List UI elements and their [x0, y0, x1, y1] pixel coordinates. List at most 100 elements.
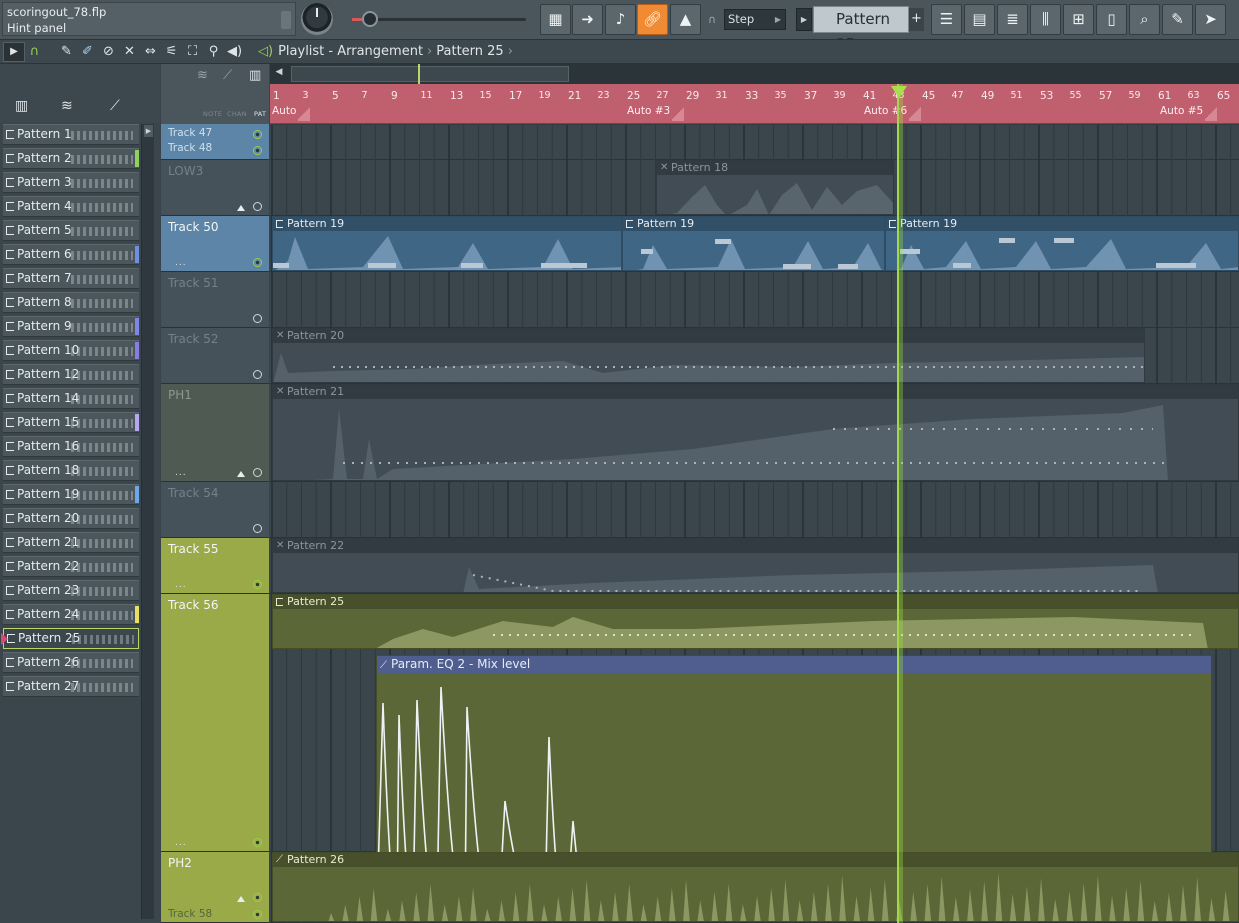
pattern-item[interactable]: Pattern 15	[3, 412, 139, 433]
metronome-icon[interactable]: ∩	[708, 13, 720, 27]
typing-keyboard-icon[interactable]: ▦	[540, 4, 571, 35]
bar-number[interactable]: 29	[686, 90, 699, 102]
pattern-item[interactable]: Pattern 12	[3, 364, 139, 385]
bar-number[interactable]: 21	[568, 90, 581, 102]
touch-controller-icon[interactable]: ✎	[1162, 4, 1193, 35]
select-icon[interactable]: ⛶	[184, 44, 201, 60]
pattern-item[interactable]: Pattern 6	[3, 244, 139, 265]
bar-number[interactable]: 5	[332, 90, 339, 102]
bar-number[interactable]: 47	[952, 90, 964, 101]
bar-number[interactable]: 61	[1158, 90, 1171, 102]
plugin-picker-icon[interactable]: ⌕	[1129, 4, 1160, 35]
pattern-item[interactable]: Pattern 19	[3, 484, 139, 505]
track-header-47[interactable]: Track 47 Track 48	[161, 124, 269, 160]
track-header-54[interactable]: Track 54	[161, 482, 269, 538]
playlist-arrangement[interactable]: ◀ 1 3 5 7 9 11 13 15 17 19 21 23 25 27 29 31 33 35 37 39 41 4…	[270, 64, 1239, 923]
clip-pattern-19-c[interactable]: Pattern 19	[885, 216, 1239, 271]
track-header-51[interactable]: Track 51	[161, 272, 269, 328]
pattern-item[interactable]: Pattern 1	[3, 124, 139, 145]
bar-number[interactable]: 11	[421, 90, 433, 101]
mode-chan[interactable]: CHAN	[227, 110, 247, 118]
track-dots[interactable]: ...	[175, 258, 187, 268]
arrow-right-icon[interactable]: ➜	[572, 4, 603, 35]
clip-pattern-21[interactable]: ✕ Pattern 21	[272, 384, 1239, 481]
piano-roll-icon[interactable]: ▤	[964, 4, 995, 35]
track-led[interactable]	[253, 838, 262, 847]
bar-number[interactable]: 53	[1040, 90, 1053, 102]
track-led[interactable]	[253, 468, 262, 477]
bar-number[interactable]: 41	[863, 90, 876, 102]
pattern-selector[interactable]: Pattern 25	[813, 6, 909, 53]
mute-icon[interactable]: ✕	[121, 44, 138, 60]
playhead[interactable]	[897, 84, 903, 923]
time-marker[interactable]: Auto #5	[1160, 105, 1203, 117]
automation-icon[interactable]: ⟋	[110, 98, 120, 114]
bar-number[interactable]: 35	[775, 90, 787, 101]
bar-number[interactable]: 23	[598, 90, 610, 101]
pattern-mode-icon[interactable]: ▥	[249, 68, 261, 83]
pattern-item[interactable]: Pattern 24	[3, 604, 139, 625]
help-icon[interactable]: ➤	[1195, 4, 1226, 35]
clip-pattern-18[interactable]: ✕ Pattern 18	[656, 160, 894, 215]
mode-pat[interactable]: PAT	[254, 110, 266, 118]
master-pitch-slider[interactable]	[352, 18, 526, 21]
track-header-55[interactable]: Track 55 ...	[161, 538, 269, 594]
track-header-52[interactable]: Track 52	[161, 328, 269, 384]
bar-number[interactable]: 31	[716, 90, 728, 101]
pattern-prev-button[interactable]: ▶	[796, 8, 812, 31]
scroll-left-arrow[interactable]: ◀	[273, 67, 285, 81]
master-volume-knob[interactable]	[301, 3, 333, 35]
breadcrumb-pattern[interactable]: Pattern 25	[436, 44, 503, 59]
clip-pattern-19-b[interactable]: Pattern 19	[622, 216, 885, 271]
pattern-item[interactable]: Pattern 2	[3, 148, 139, 169]
track-header-50[interactable]: Track 50 ...	[161, 216, 269, 272]
track-dots[interactable]: ...	[175, 468, 187, 478]
track-header-ph2[interactable]: PH2 Track 58	[161, 852, 269, 923]
bar-number[interactable]: 25	[627, 90, 640, 102]
bar-number[interactable]: 57	[1099, 90, 1112, 102]
track-header-low3[interactable]: LOW3	[161, 160, 269, 216]
bar-number[interactable]: 15	[480, 90, 492, 101]
pattern-item[interactable]: Pattern 10	[3, 340, 139, 361]
pattern-item[interactable]: Pattern 8	[3, 292, 139, 313]
curve-icon[interactable]: ⟋	[223, 68, 232, 83]
bar-number[interactable]: 17	[509, 90, 522, 102]
pattern-item[interactable]: Pattern 16	[3, 436, 139, 457]
piano-icon[interactable]: ▥	[15, 98, 28, 114]
track-led[interactable]	[253, 524, 262, 533]
fold-icon[interactable]	[237, 471, 245, 477]
step-icon[interactable]: ♪	[605, 4, 636, 35]
bar-number[interactable]: 39	[834, 90, 846, 101]
zoom-icon[interactable]: ⚲	[205, 44, 222, 60]
playlist-overview[interactable]: ◀	[270, 64, 1239, 84]
snap-mode-select[interactable]: Step	[724, 9, 786, 30]
audio-icon[interactable]: ≋	[61, 98, 73, 114]
paint-icon[interactable]: ✐	[79, 44, 96, 60]
pattern-item[interactable]: Pattern 22	[3, 556, 139, 577]
track-dots[interactable]: ...	[175, 580, 187, 590]
overview-window[interactable]	[291, 66, 569, 82]
track-led[interactable]	[253, 370, 262, 379]
bar-number[interactable]: 59	[1129, 90, 1141, 101]
clip-pattern-26[interactable]: ⟋ Pattern 26	[272, 852, 1239, 922]
clip-pattern-22[interactable]: ✕ Pattern 22	[272, 538, 1239, 593]
mode-note[interactable]: NOTE	[203, 110, 222, 118]
playlist-icon[interactable]: ☰	[931, 4, 962, 35]
pattern-item[interactable]: Pattern 27	[3, 676, 139, 697]
track-led[interactable]	[253, 258, 262, 267]
slice-icon[interactable]: ⚟	[163, 44, 180, 60]
track-led[interactable]	[253, 202, 262, 211]
pattern-item[interactable]: Pattern 14	[3, 388, 139, 409]
pattern-item[interactable]: Pattern 21	[3, 532, 139, 553]
waveform-icon[interactable]: ≋	[197, 68, 208, 83]
fold-icon[interactable]	[237, 205, 245, 211]
pattern-item[interactable]: Pattern 20	[3, 508, 139, 529]
fold-icon[interactable]	[237, 896, 245, 902]
pattern-item[interactable]: Pattern 18	[3, 460, 139, 481]
pattern-item[interactable]: Pattern 4	[3, 196, 139, 217]
track-led[interactable]	[253, 146, 262, 155]
link-icon[interactable]: 🔗︎	[637, 4, 668, 35]
pattern-item[interactable]: Pattern 25	[1, 628, 139, 649]
pattern-item[interactable]: Pattern 26	[3, 652, 139, 673]
pattern-item[interactable]: Pattern 23	[3, 580, 139, 601]
